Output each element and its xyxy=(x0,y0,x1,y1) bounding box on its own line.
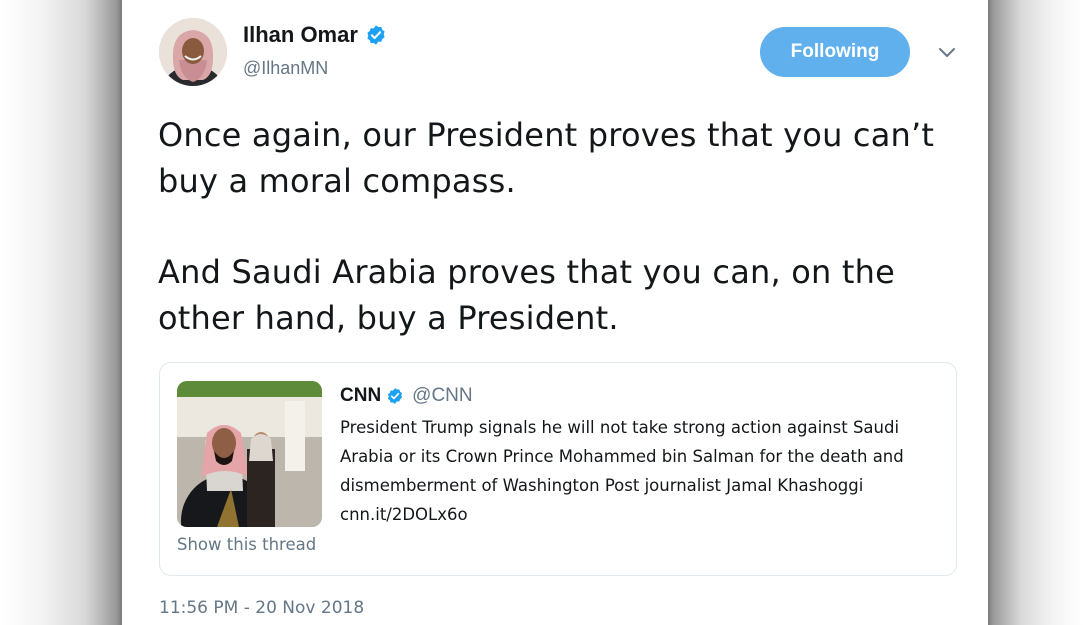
quoted-tweet[interactable]: CNN @CNN President Trump signals he will… xyxy=(159,362,957,576)
verified-badge-icon xyxy=(388,388,403,404)
tweet-card: Ilhan Omar @IlhanMN Following Once again… xyxy=(122,0,988,625)
author-handle[interactable]: @IlhanMN xyxy=(243,58,328,79)
following-button[interactable]: Following xyxy=(760,27,910,77)
right-shadow xyxy=(988,0,1083,625)
left-shadow xyxy=(0,0,122,625)
quoted-author-name[interactable]: CNN xyxy=(340,385,381,407)
tweet-text: Once again, our President proves that yo… xyxy=(158,112,958,341)
verified-badge-icon xyxy=(367,25,385,45)
quoted-tweet-image xyxy=(177,381,322,527)
quoted-tweet-text: President Trump signals he will not take… xyxy=(340,418,904,524)
tweet-paragraph: And Saudi Arabia proves that you can, on… xyxy=(158,253,895,337)
chevron-down-icon[interactable] xyxy=(936,41,958,63)
avatar[interactable] xyxy=(159,18,227,86)
tweet-timestamp[interactable]: 11:56 PM - 20 Nov 2018 xyxy=(159,598,364,618)
quoted-author-handle[interactable]: @CNN xyxy=(412,385,472,407)
author-name[interactable]: Ilhan Omar xyxy=(243,22,358,48)
show-thread-link[interactable]: Show this thread xyxy=(177,535,316,554)
tweet-paragraph: Once again, our President proves that yo… xyxy=(158,116,935,200)
